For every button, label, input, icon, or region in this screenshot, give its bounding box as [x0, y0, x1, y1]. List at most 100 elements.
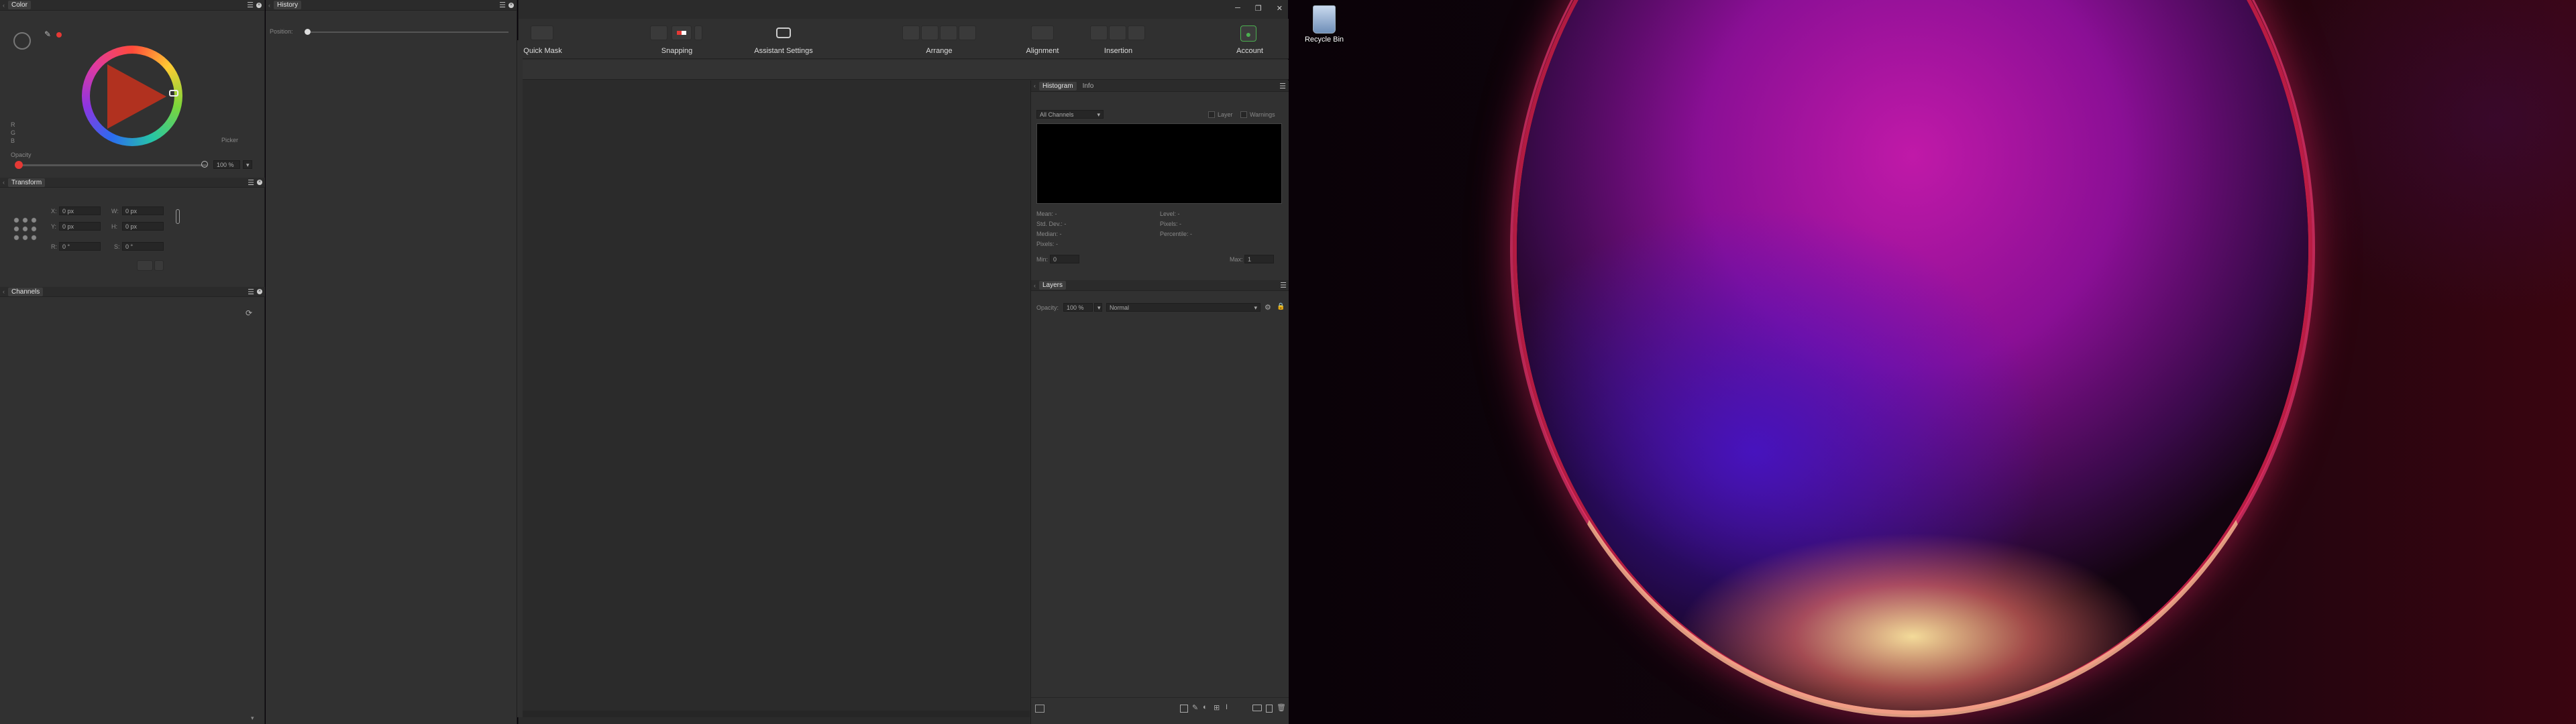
r-field[interactable]: 0 ° [59, 242, 101, 251]
color-wheel[interactable] [82, 46, 182, 146]
channels-scrollbar[interactable] [254, 324, 259, 720]
panel-menu-icon[interactable]: ☰ [247, 1, 254, 9]
s-field[interactable]: 0 ° [122, 242, 164, 251]
snapping-dropdown[interactable] [694, 25, 702, 40]
eyedropper-icon[interactable]: ✎ [44, 29, 51, 39]
insertion-button-1[interactable] [1090, 25, 1108, 40]
brush-icon[interactable]: ✎ [1192, 703, 1198, 712]
panel-grip-icon[interactable]: ‹ [3, 288, 5, 295]
picker-label[interactable]: Picker [221, 137, 238, 143]
chevron-down-icon[interactable]: ▾ [251, 715, 254, 722]
histogram-channel-select[interactable]: All Channels ▾ [1036, 110, 1104, 119]
tab-channels[interactable]: Channels [8, 287, 44, 296]
layer-checkbox[interactable] [1208, 111, 1215, 118]
opacity-slider-handle[interactable] [15, 161, 23, 169]
close-icon[interactable]: × [257, 180, 262, 185]
arrange-button-3[interactable] [940, 25, 957, 40]
maximize-icon[interactable]: ❐ [1255, 4, 1262, 13]
blend-mode-select[interactable]: Normal ▾ [1106, 303, 1260, 312]
account-icon[interactable]: ● [1240, 25, 1256, 42]
layers-list[interactable] [1031, 315, 1289, 697]
r-label: R: [51, 243, 57, 250]
opacity-reset-icon[interactable] [201, 161, 208, 168]
transform-panel-header: ‹ Transform ☰ × [0, 178, 265, 188]
recycle-bin[interactable]: Recycle Bin [1304, 5, 1344, 44]
x-field[interactable]: 0 px [59, 206, 101, 215]
add-mask-icon[interactable] [1180, 705, 1188, 713]
lock-icon[interactable]: 🔒 [1277, 303, 1285, 310]
panel-grip-icon[interactable]: ‹ [1034, 282, 1036, 289]
layers-panel-header: ‹ Layers ☰ [1031, 280, 1289, 291]
transform-options-dropdown[interactable] [154, 260, 164, 271]
tab-color[interactable]: Color [8, 1, 31, 9]
min-field[interactable]: 0 [1050, 255, 1079, 263]
adjustment-icon[interactable]: ◐ [1203, 703, 1208, 711]
y-field[interactable]: 0 px [59, 222, 101, 231]
refresh-icon[interactable]: ⟳ [246, 308, 252, 318]
h-field[interactable]: 0 px [122, 222, 164, 231]
panel-menu-icon[interactable]: ☰ [248, 178, 254, 187]
tab-info[interactable]: Info [1079, 82, 1097, 90]
close-icon[interactable]: × [508, 2, 514, 8]
tab-transform[interactable]: Transform [8, 178, 46, 187]
panel-menu-icon[interactable]: ☰ [248, 288, 254, 296]
arrange-button-1[interactable] [902, 25, 920, 40]
fill-color-swatch-icon[interactable] [13, 32, 31, 50]
hue-handle-icon[interactable] [169, 90, 178, 97]
quick-mask-button[interactable] [531, 25, 553, 40]
filter-icon[interactable]: ⊞ [1214, 703, 1220, 712]
minimize-icon[interactable]: ─ [1235, 4, 1240, 13]
close-icon[interactable]: × [257, 289, 262, 294]
panel-grip-icon[interactable]: ‹ [268, 2, 271, 9]
tab-layers[interactable]: Layers [1039, 281, 1067, 290]
opacity-value-field[interactable]: 100 % [213, 160, 240, 169]
layer-view-icon[interactable] [1035, 705, 1044, 713]
alignment-label: Alignment [1026, 47, 1059, 55]
opacity-stepper[interactable]: ▾ [243, 160, 252, 169]
arrange-label: Arrange [926, 47, 953, 55]
insertion-button-2[interactable] [1109, 25, 1126, 40]
layers-opacity-field[interactable]: 100 % [1063, 303, 1093, 312]
layer-settings-icon[interactable]: ⚙ [1265, 303, 1271, 312]
panel-grip-icon[interactable]: ‹ [3, 2, 5, 9]
insertion-button-3[interactable] [1128, 25, 1145, 40]
snapping-toggle-button[interactable] [650, 25, 667, 40]
canvas-horizontal-scrollbar[interactable] [519, 711, 1030, 717]
h-label: H: [111, 223, 117, 230]
panel-menu-icon[interactable]: ☰ [1280, 281, 1287, 290]
anchor-grid-icon[interactable] [12, 216, 39, 243]
assistant-settings-icon[interactable] [776, 27, 791, 38]
transform-options-button[interactable] [137, 260, 153, 271]
tab-history[interactable]: History [274, 1, 302, 9]
snapping-magnet-button[interactable] [672, 25, 692, 40]
folder-icon[interactable] [1252, 705, 1262, 711]
link-ratio-icon[interactable] [176, 209, 180, 224]
color-dot-icon[interactable] [56, 32, 62, 38]
tab-histogram[interactable]: Histogram [1039, 81, 1077, 90]
text-cursor-icon[interactable]: I [1226, 703, 1228, 711]
canvas-area[interactable] [519, 80, 1030, 711]
panel-grip-icon[interactable]: ‹ [3, 179, 5, 186]
panel-menu-icon[interactable]: ☰ [1279, 82, 1286, 90]
layers-opacity-dropdown[interactable]: ▾ [1094, 303, 1102, 312]
alignment-button[interactable] [1031, 25, 1054, 40]
histogram-stats-right: Level: - Pixels: - Percentile: - [1160, 210, 1193, 237]
history-slider-handle[interactable] [305, 29, 311, 35]
close-icon[interactable]: ✕ [1277, 4, 1283, 13]
opacity-slider[interactable] [15, 161, 207, 169]
new-layer-icon[interactable] [1266, 705, 1273, 713]
history-position-slider[interactable] [305, 29, 508, 35]
trash-icon[interactable]: 🗑 [1277, 703, 1286, 712]
close-icon[interactable]: × [256, 2, 262, 8]
recycle-bin-icon[interactable] [1313, 5, 1336, 34]
arrange-button-4[interactable] [959, 25, 976, 40]
panel-grip-icon[interactable]: ‹ [1034, 82, 1036, 89]
panel-menu-icon[interactable]: ☰ [499, 1, 506, 9]
w-field[interactable]: 0 px [122, 206, 164, 215]
max-field[interactable]: 1 [1244, 255, 1274, 263]
warnings-checkbox[interactable] [1240, 111, 1247, 118]
color-triangle[interactable] [107, 64, 166, 129]
history-position-label: Position: [270, 28, 293, 35]
arrange-button-2[interactable] [921, 25, 938, 40]
layers-opacity-label: Opacity: [1036, 304, 1059, 311]
